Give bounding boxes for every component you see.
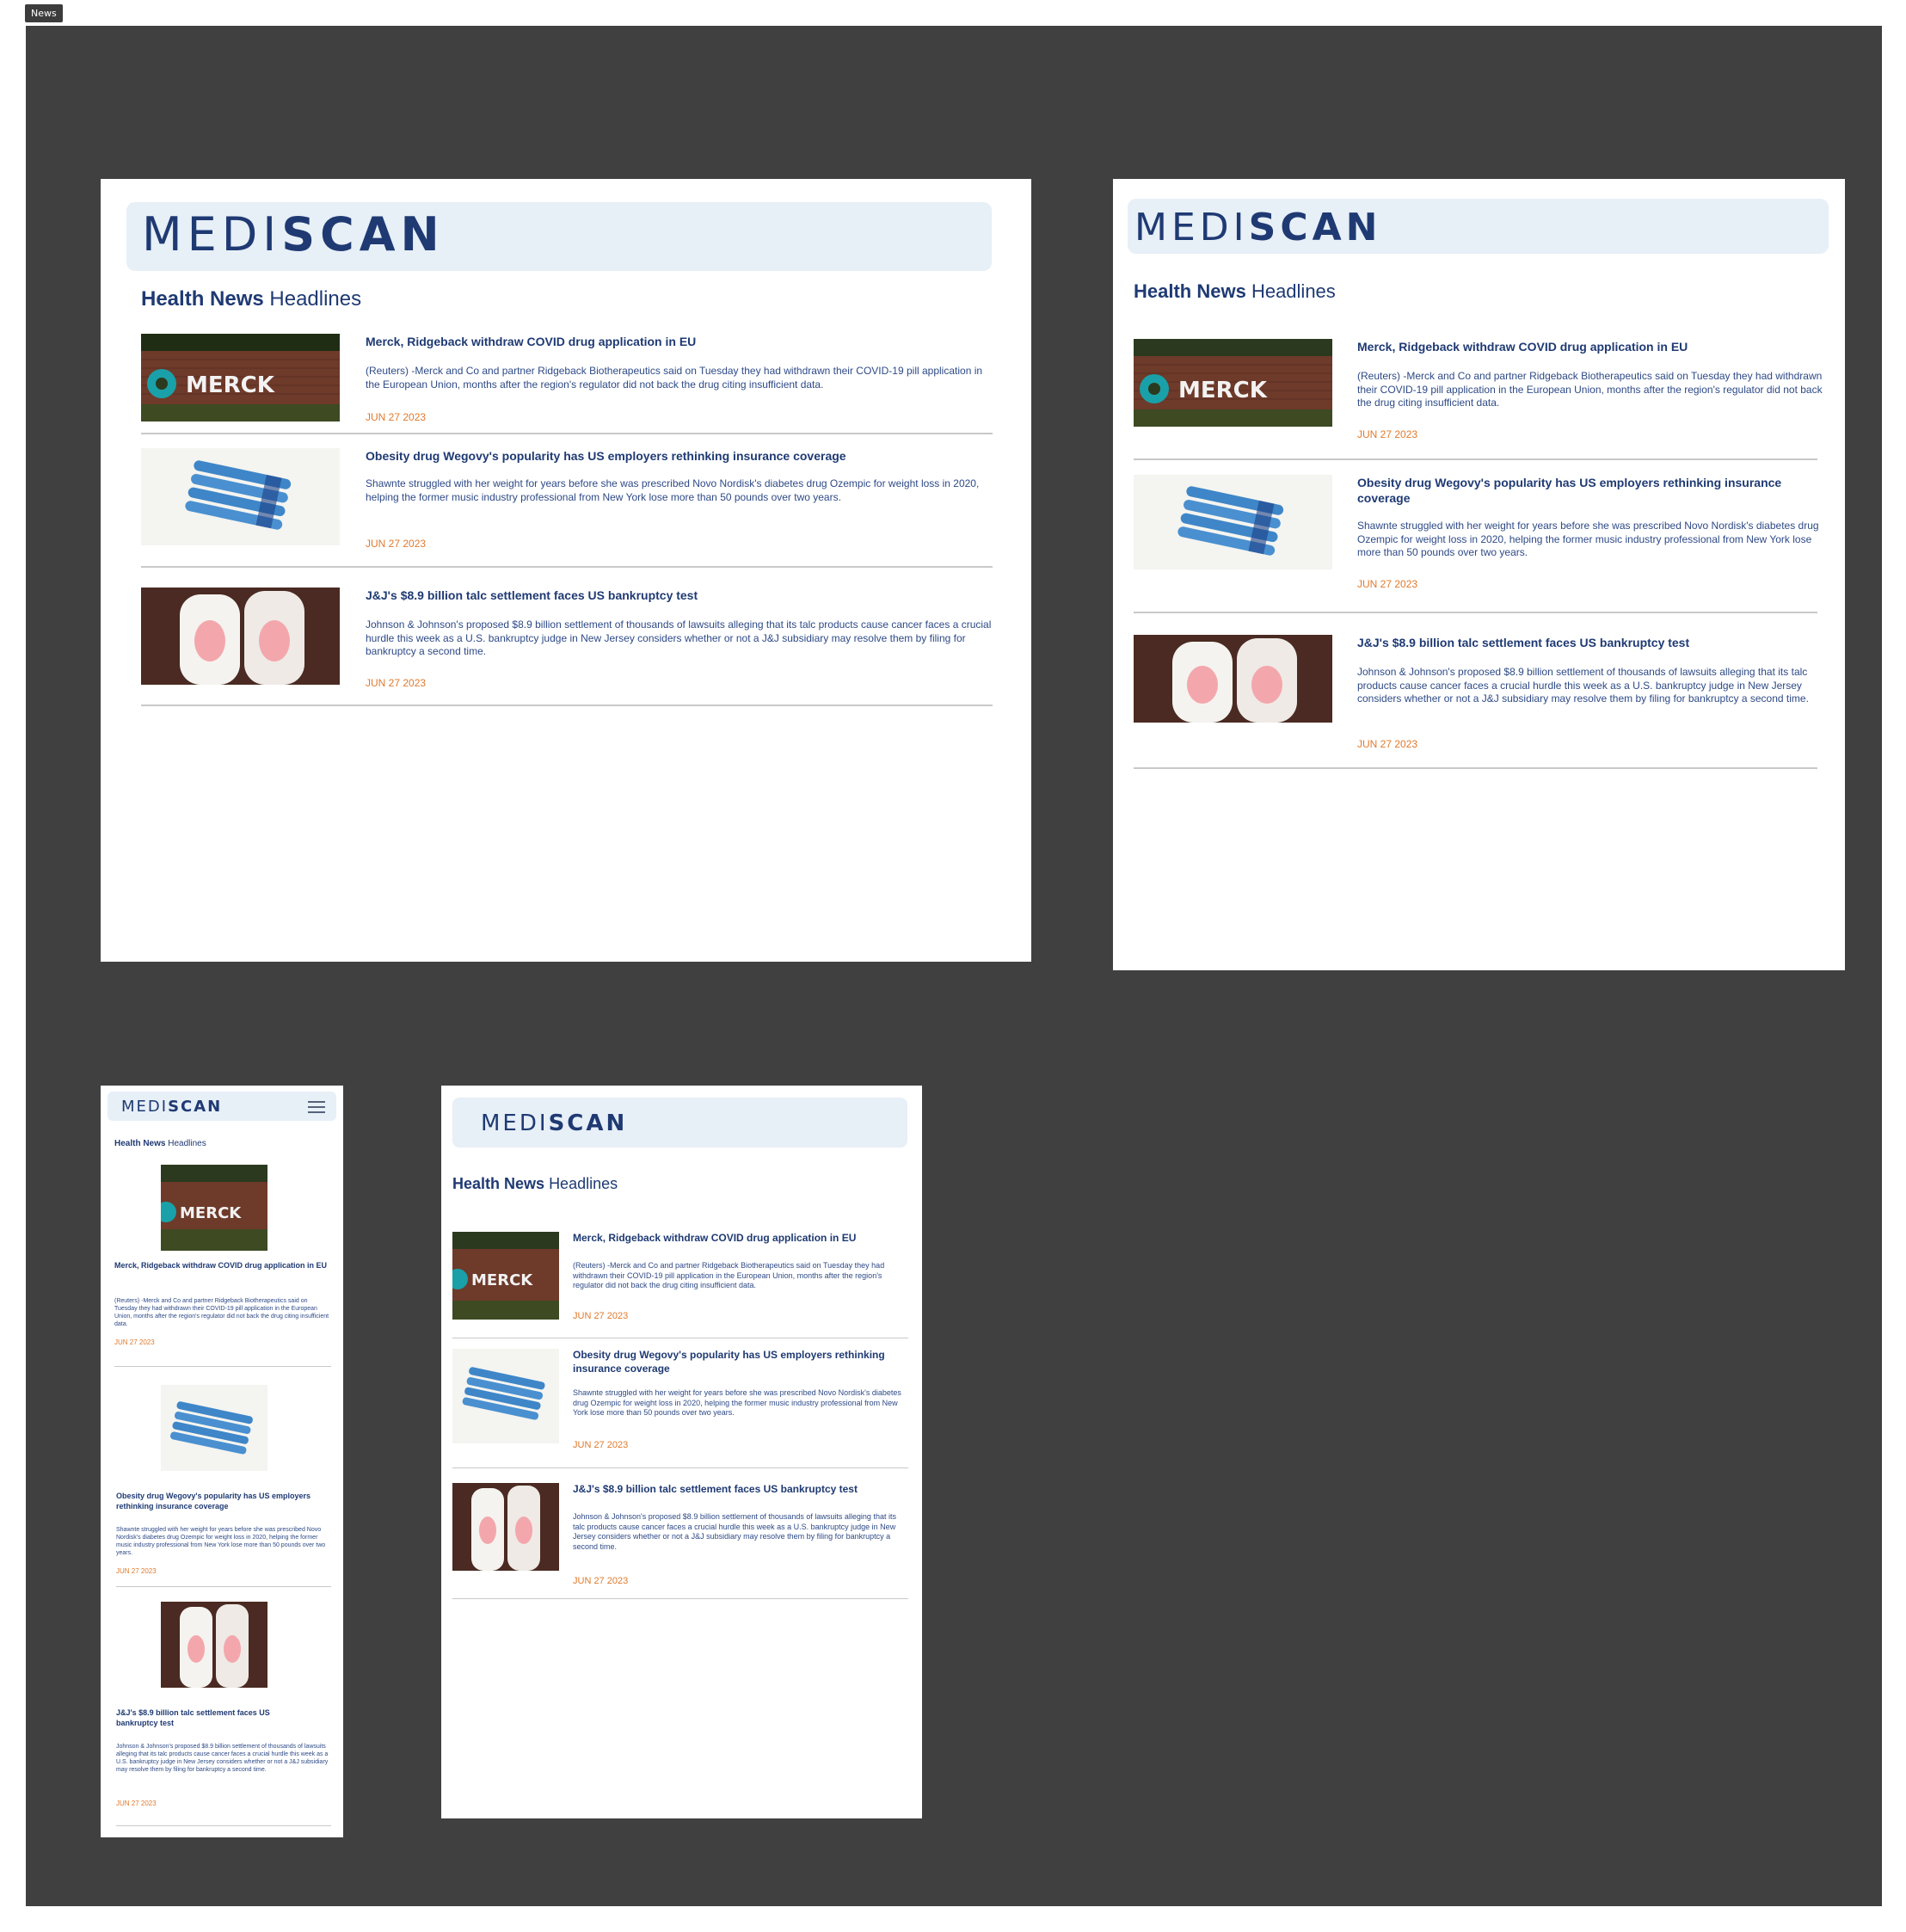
list-item[interactable]: Obesity drug Wegovy's popularity has US … xyxy=(116,1385,333,1583)
merck-sign-photo: MERCK xyxy=(161,1165,267,1251)
desktop-frame-large: MEDISCAN Health News Headlines MERCK Mer… xyxy=(101,179,1031,962)
divider xyxy=(141,705,993,706)
article-description: (Reuters) -Merck and Co and partner Ridg… xyxy=(366,365,983,391)
list-item[interactable]: MERCK Merck, Ridgeback withdraw COVID dr… xyxy=(141,334,993,440)
merck-sign-photo: MERCK xyxy=(1134,339,1332,427)
baby-powder-bottles-photo xyxy=(1134,635,1332,723)
divider xyxy=(141,566,993,568)
article-date: JUN 27 2023 xyxy=(573,1311,629,1321)
artboard-canvas: MEDISCAN Health News Headlines MERCK Mer… xyxy=(26,26,1882,1906)
svg-text:MERCK: MERCK xyxy=(1178,378,1268,403)
baby-powder-bottles-photo xyxy=(452,1483,559,1571)
injection-pens-photo xyxy=(161,1385,267,1471)
article-description: Shawnte struggled with her weight for ye… xyxy=(366,477,980,503)
article-date: JUN 27 2023 xyxy=(366,411,427,423)
article-title[interactable]: Obesity drug Wegovy's popularity has US … xyxy=(1357,475,1826,506)
list-item[interactable]: J&J's $8.9 billion talc settlement faces… xyxy=(141,588,993,699)
brand-header: MEDISCAN xyxy=(452,1098,907,1148)
injection-pens-photo xyxy=(452,1349,559,1443)
article-title[interactable]: J&J's $8.9 billion talc settlement faces… xyxy=(573,1483,904,1497)
mobile-frame: MEDISCAN Health News Headlines MERCK Mer… xyxy=(101,1086,343,1837)
article-date: JUN 27 2023 xyxy=(114,1338,155,1346)
article-description: Johnson & Johnson's proposed $8.9 billio… xyxy=(573,1512,896,1552)
list-item[interactable]: Obesity drug Wegovy's popularity has US … xyxy=(452,1349,908,1461)
article-title[interactable]: J&J's $8.9 billion talc settlement faces… xyxy=(366,588,993,603)
article-date: JUN 27 2023 xyxy=(116,1800,157,1807)
brand-header: MEDISCAN xyxy=(126,202,992,271)
divider xyxy=(1134,612,1817,613)
article-title[interactable]: Obesity drug Wegovy's popularity has US … xyxy=(116,1492,333,1511)
list-item[interactable]: MERCK Merck, Ridgeback withdraw COVID dr… xyxy=(452,1232,908,1335)
divider xyxy=(116,1586,331,1587)
article-description: Shawnte struggled with her weight for ye… xyxy=(1357,520,1819,559)
svg-text:MERCK: MERCK xyxy=(180,1204,242,1222)
article-date: JUN 27 2023 xyxy=(366,538,427,550)
article-description: Shawnte struggled with her weight for ye… xyxy=(573,1388,901,1418)
divider xyxy=(1134,458,1817,460)
divider xyxy=(452,1598,908,1599)
mediscan-logo[interactable]: MEDISCAN xyxy=(481,1112,627,1135)
tablet-frame: MEDISCAN Health News Headlines MERCK Mer… xyxy=(441,1086,922,1818)
article-date: JUN 27 2023 xyxy=(573,1576,629,1586)
divider xyxy=(116,1825,331,1826)
baby-powder-bottles-photo xyxy=(141,588,340,685)
article-date: JUN 27 2023 xyxy=(366,677,427,689)
page-title: Health News Headlines xyxy=(114,1139,206,1148)
article-description: Johnson & Johnson's proposed $8.9 billio… xyxy=(116,1744,329,1774)
article-date: JUN 27 2023 xyxy=(573,1440,629,1450)
svg-text:MERCK: MERCK xyxy=(186,372,275,398)
page-title: Health News Headlines xyxy=(452,1175,618,1192)
article-title[interactable]: J&J's $8.9 billion talc settlement faces… xyxy=(1357,635,1826,650)
article-description: Johnson & Johnson's proposed $8.9 billio… xyxy=(1357,666,1809,705)
article-description: (Reuters) -Merck and Co and partner Ridg… xyxy=(1357,370,1823,409)
article-title[interactable]: Obesity drug Wegovy's popularity has US … xyxy=(366,448,993,464)
article-date: JUN 27 2023 xyxy=(1357,428,1418,440)
list-item[interactable]: J&J's $8.9 billion talc settlement faces… xyxy=(116,1602,333,1817)
article-description: Johnson & Johnson's proposed $8.9 billio… xyxy=(366,618,992,658)
divider xyxy=(1134,767,1817,769)
mediscan-logo[interactable]: MEDISCAN xyxy=(142,212,445,258)
merck-sign-photo: MERCK xyxy=(452,1232,559,1320)
divider xyxy=(141,433,993,434)
brand-header: MEDISCAN xyxy=(108,1092,336,1121)
article-description: (Reuters) -Merck and Co and partner Ridg… xyxy=(573,1261,885,1290)
desktop-frame-medium: MEDISCAN Health News Headlines MERCK Mer… xyxy=(1113,179,1845,970)
article-title[interactable]: Merck, Ridgeback withdraw COVID drug app… xyxy=(366,334,993,349)
article-date: JUN 27 2023 xyxy=(116,1567,157,1575)
baby-powder-bottles-photo xyxy=(161,1602,267,1688)
list-item[interactable]: J&J's $8.9 billion talc settlement faces… xyxy=(1134,635,1822,764)
page-title: Health News Headlines xyxy=(1134,280,1336,302)
tab-news[interactable]: News xyxy=(25,4,63,22)
article-date: JUN 27 2023 xyxy=(1357,738,1418,750)
hamburger-menu-icon[interactable] xyxy=(308,1101,325,1117)
injection-pens-photo xyxy=(1134,475,1332,569)
mediscan-logo[interactable]: MEDISCAN xyxy=(1134,209,1381,247)
list-item[interactable]: MERCK Merck, Ridgeback withdraw COVID dr… xyxy=(1134,339,1823,451)
list-item[interactable]: Obesity drug Wegovy's popularity has US … xyxy=(1134,475,1822,604)
article-title[interactable]: Merck, Ridgeback withdraw COVID drug app… xyxy=(1357,339,1826,354)
article-title[interactable]: Merck, Ridgeback withdraw COVID drug app… xyxy=(573,1232,900,1246)
article-title[interactable]: Merck, Ridgeback withdraw COVID drug app… xyxy=(114,1261,331,1271)
article-title[interactable]: Obesity drug Wegovy's popularity has US … xyxy=(573,1349,891,1375)
injection-pens-photo xyxy=(141,448,340,545)
brand-header: MEDISCAN xyxy=(1128,199,1829,254)
merck-sign-photo: MERCK xyxy=(141,334,340,421)
article-description: (Reuters) -Merck and Co and partner Ridg… xyxy=(114,1298,329,1328)
page-title: Health News Headlines xyxy=(141,287,362,311)
article-description: Shawnte struggled with her weight for ye… xyxy=(116,1527,326,1557)
article-date: JUN 27 2023 xyxy=(1357,578,1418,590)
article-title[interactable]: J&J's $8.9 billion talc settlement faces… xyxy=(116,1708,288,1728)
divider xyxy=(452,1467,908,1468)
divider xyxy=(114,1366,331,1367)
list-item[interactable]: Obesity drug Wegovy's popularity has US … xyxy=(141,448,993,560)
list-item[interactable]: J&J's $8.9 billion talc settlement faces… xyxy=(452,1483,908,1595)
list-item[interactable]: MERCK Merck, Ridgeback withdraw COVID dr… xyxy=(114,1165,331,1363)
svg-text:MERCK: MERCK xyxy=(471,1271,533,1289)
mediscan-logo[interactable]: MEDISCAN xyxy=(121,1099,222,1115)
